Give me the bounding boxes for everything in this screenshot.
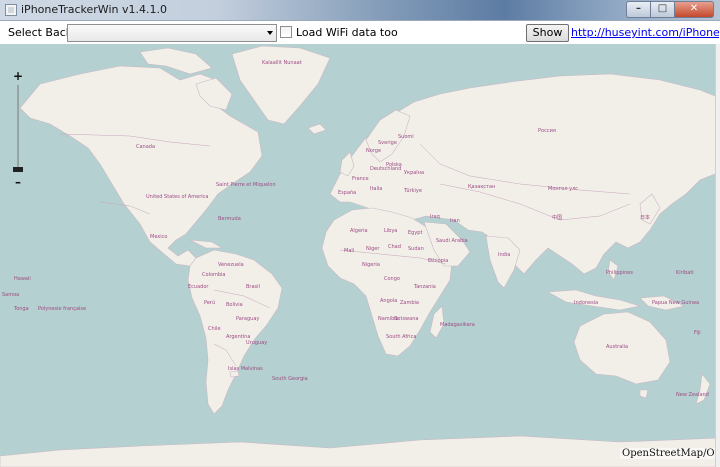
maximize-icon: □ [657,3,668,14]
map-label: Mali [344,248,355,254]
map-label: Zambia [400,300,419,306]
map-label: South Georgia [272,376,308,382]
map-label: Қазақстан [468,184,496,190]
map-label: Tonga [14,306,29,312]
map-label: New Zealand [676,392,709,398]
map-label: Indonesia [574,300,599,306]
map-tiles [0,45,720,467]
map-label: France [352,176,369,182]
zoom-slider-thumb[interactable] [13,167,23,172]
map-label: Chile [208,326,221,332]
wifi-checkbox-label[interactable]: Load WiFi data too [296,26,398,39]
minimize-icon: – [636,3,641,14]
zoom-in-button[interactable]: + [12,70,24,82]
window-title: iPhoneTrackerWin v1.4.1.0 [21,3,167,16]
map-label: Venezuela [218,262,244,268]
map-label: España [338,190,357,196]
map-label: Fiji [694,330,701,336]
chevron-down-icon [267,31,273,35]
map-attribution: OpenStreetMap/Ope [620,448,720,459]
map-label: Tanzania [414,284,436,290]
map-label: Libya [384,228,398,234]
map-label: Philippines [606,270,633,276]
map-label: Uruguay [246,340,268,346]
wifi-checkbox[interactable] [280,26,292,38]
map-label: Congo [384,276,400,282]
map-label: Україна [404,170,425,176]
close-button[interactable]: ✕ [674,1,714,18]
map-label: Saint Pierre et Miquelon [216,182,276,188]
map-label: Bolivia [226,302,243,308]
backup-dropdown[interactable] [67,24,277,42]
map-label: Saudi Arabia [436,238,468,244]
map-label: Madagasikara [440,322,475,328]
land-cuba [189,239,224,249]
world-map[interactable]: Kalaallit Nunaat Canada United States of… [0,44,720,467]
zoom-slider-track[interactable] [17,85,19,169]
land-greenland [231,45,331,125]
map-edge-scrollbar[interactable] [715,44,720,467]
map-label: Türkiye [404,188,422,194]
map-label: Mexico [150,234,168,240]
map-label: Colombia [202,272,226,278]
toolbar: Select Backup: Load WiFi data too Show L… [0,21,720,55]
map-label: Sudan [408,246,424,252]
show-log-button[interactable]: Show Log [526,24,569,55]
map-label: Norge [366,148,382,154]
map-label: 中国 [552,215,563,221]
map-label: Paraguay [236,316,260,322]
land-new-zealand [695,373,711,405]
map-label: Papua New Guinea [652,300,700,306]
map-label: Chad [388,244,401,250]
zoom-out-button[interactable]: – [12,176,24,188]
map-label: Iraq [430,214,440,220]
project-link[interactable]: http://huseyint.com/iPhoneTracerkWin [571,26,719,39]
map-label: Canada [136,144,156,150]
land-antarctica [0,435,720,467]
app-icon [5,4,17,16]
map-label: Niger [366,246,380,252]
map-label: Italia [370,186,383,192]
map-label: Bermuda [218,216,241,222]
map-label: Samoa [2,292,20,298]
map-label: Nigeria [362,262,380,268]
window-controls: – □ ✕ [626,1,714,18]
map-label: Suomi [398,134,414,140]
map-label: Монгол улс [548,186,579,192]
map-label: Brasil [246,284,260,290]
map-label: Polynesie française [38,306,87,312]
map-label: Australia [606,344,629,350]
map-label: Botswana [394,316,419,322]
maximize-button[interactable]: □ [650,1,674,18]
map-label: Ecuador [188,284,209,290]
map-label: Egypt [408,230,423,236]
map-label: Algeria [350,228,368,234]
map-label: Ethiopia [428,258,449,264]
map-label: Islas Malvinas [228,366,263,372]
map-label: Kiribati [676,270,694,276]
map-label: Angola [380,298,398,304]
minimize-button[interactable]: – [626,1,650,18]
map-label: Perú [204,300,216,306]
map-label: South Africa [386,334,417,340]
map-label: Kalaallit Nunaat [262,60,302,66]
close-icon: ✕ [689,3,699,14]
title-bar: iPhoneTrackerWin v1.4.1.0 – □ ✕ [0,0,720,21]
zoom-control: + – [12,70,24,189]
land-iceland [307,123,327,135]
map-label: Sverige [378,140,397,146]
land-tasmania [639,389,649,399]
map-label: Iran [450,218,460,224]
map-label: India [498,252,511,258]
map-label: Россия [538,128,556,134]
map-label: Polska [386,162,402,168]
map-label: United States of America [146,194,209,200]
map-label: 日本 [640,215,651,221]
map-label: Hawaii [14,276,31,282]
